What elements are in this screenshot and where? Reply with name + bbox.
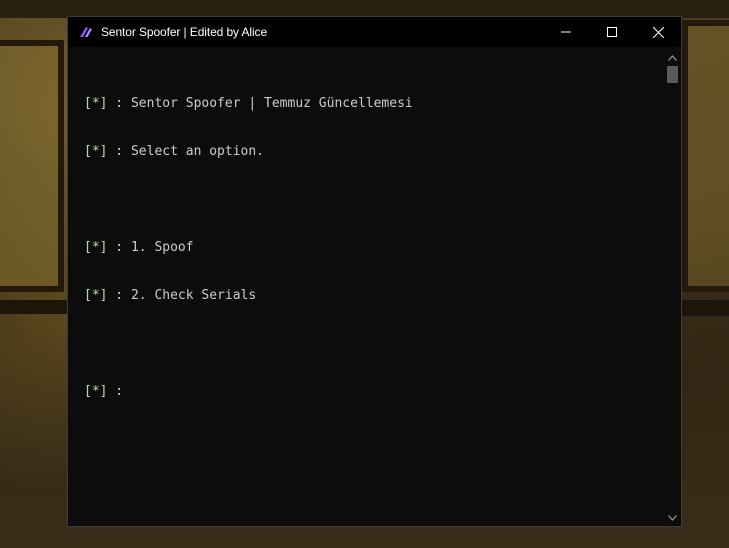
scroll-down-button[interactable]	[664, 509, 681, 526]
prompt-marker: [*]	[84, 96, 108, 111]
console-input-line[interactable]: [*] :	[84, 384, 644, 400]
console-text: :	[107, 384, 131, 399]
app-icon	[78, 24, 94, 40]
console-line: [*] : 1. Spoof	[84, 240, 644, 256]
close-icon	[652, 26, 664, 38]
console-line: [*] : Sentor Spoofer | Temmuz Güncelleme…	[84, 96, 644, 112]
title-bar[interactable]: Sentor Spoofer | Edited by Alice	[68, 17, 681, 47]
console-line: [*] : 2. Check Serials	[84, 288, 644, 304]
console-text: : 2. Check Serials	[107, 288, 257, 303]
wallpaper-window	[0, 40, 64, 292]
chevron-down-icon	[668, 514, 677, 521]
prompt-marker: [*]	[84, 144, 108, 159]
wallpaper-beam	[0, 300, 68, 314]
maximize-icon	[607, 27, 617, 37]
prompt-marker: [*]	[84, 288, 108, 303]
console-line: [*] : Select an option.	[84, 144, 644, 160]
scroll-thumb[interactable]	[667, 66, 678, 83]
wallpaper-beam	[682, 300, 729, 316]
minimize-icon	[561, 31, 571, 33]
console-text: : 1. Spoof	[107, 240, 194, 255]
console-window[interactable]: Sentor Spoofer | Edited by Alice [*] : S…	[67, 16, 682, 527]
console-text: : Select an option.	[107, 144, 265, 159]
window-controls	[543, 17, 681, 47]
prompt-marker: [*]	[84, 384, 108, 399]
close-button[interactable]	[635, 17, 681, 47]
chevron-up-icon	[668, 54, 677, 61]
wallpaper-window	[682, 20, 729, 292]
console-output[interactable]: [*] : Sentor Spoofer | Temmuz Güncelleme…	[84, 64, 644, 432]
vertical-scrollbar[interactable]	[664, 47, 681, 526]
prompt-marker: [*]	[84, 240, 108, 255]
scroll-up-button[interactable]	[664, 49, 681, 66]
minimize-button[interactable]	[543, 17, 589, 47]
maximize-button[interactable]	[589, 17, 635, 47]
window-title: Sentor Spoofer | Edited by Alice	[101, 25, 268, 39]
console-text: : Sentor Spoofer | Temmuz Güncellemesi	[107, 96, 413, 111]
